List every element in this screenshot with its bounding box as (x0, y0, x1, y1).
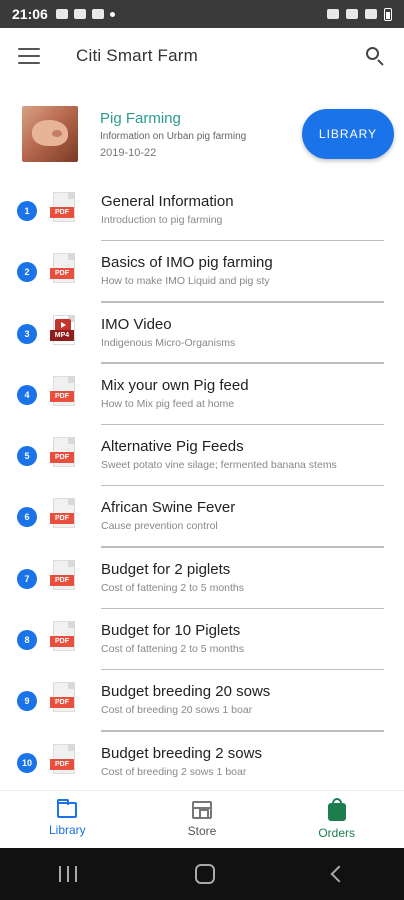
item-title: African Swine Fever (101, 499, 236, 517)
pdf-file-icon: PDF (50, 253, 78, 287)
list-item[interactable]: 1 PDF General Information Introduction to p… (0, 180, 404, 242)
status-bar: 21:06 (0, 0, 404, 28)
item-title: Basics of IMO pig farming (101, 254, 273, 272)
collection-date: 2019-10-22 (100, 147, 157, 159)
file-type-label: PDF (50, 636, 74, 648)
file-type-label: PDF (50, 697, 74, 709)
item-number-badge: 2 (17, 262, 37, 283)
shopping-bag-icon (327, 797, 346, 821)
pdf-file-icon: PDF (50, 437, 78, 471)
file-type-label: PDF (50, 574, 74, 586)
item-number-badge: 10 (17, 752, 37, 773)
library-button[interactable]: LIBRARY (302, 109, 394, 159)
list-item[interactable]: 9 PDF Budget breeding 20 sows Cost of breed… (0, 670, 404, 732)
list-item[interactable]: 10 PDF Budget breeding 2 sows Cost of breed… (0, 732, 404, 793)
pdf-file-icon: PDF (50, 682, 78, 716)
item-subtitle: Cost of breeding 20 sows 1 boar (101, 704, 253, 717)
document-list: 1 PDF General Information Introduction to p… (0, 180, 404, 793)
app-bar: Citi Smart Farm (0, 28, 404, 84)
signal-icon (365, 9, 377, 19)
pdf-file-icon: PDF (50, 192, 78, 226)
nav-store-label: Store (187, 824, 217, 838)
pig-thumbnail (22, 106, 78, 162)
item-title: Alternative Pig Feeds (101, 438, 244, 456)
list-item[interactable]: 2 PDF Basics of IMO pig farming How to make… (0, 241, 404, 303)
pdf-file-icon: PDF (50, 375, 78, 410)
item-title: Mix your own Pig feed (101, 376, 249, 394)
file-type-label: MP4 (50, 329, 74, 341)
menu-icon[interactable] (18, 48, 40, 64)
back-icon[interactable] (330, 865, 348, 883)
search-icon[interactable] (364, 45, 386, 67)
item-subtitle: How to make IMO Liquid and pig sty (101, 275, 270, 288)
collection-title: Pig Farming (100, 110, 181, 127)
cloud-icon (73, 9, 86, 19)
mail-icon (91, 9, 104, 19)
item-subtitle: Indigenous Micro-Organisms (101, 336, 236, 349)
list-item[interactable]: 8 PDF Budget for 10 Piglets Cost of fatteni… (0, 609, 404, 671)
item-subtitle: How to Mix pig feed at home (101, 397, 235, 410)
item-subtitle: Introduction to pig farming (101, 214, 223, 226)
item-number-badge: 5 (17, 446, 37, 467)
system-status-icons (327, 7, 392, 21)
app-title: Citi Smart Farm (76, 46, 198, 65)
nav-library-label: Library (48, 823, 86, 837)
bottom-nav: Library Store Orders (0, 790, 404, 848)
folder-icon (57, 799, 78, 818)
nav-orders-label: Orders (318, 825, 356, 840)
item-subtitle: Sweet potato vine silage; fermented bana… (101, 459, 337, 472)
list-item[interactable]: 5 PDF Alternative Pig Feeds Sweet potato vi… (0, 425, 404, 487)
item-title: Budget for 2 piglets (101, 560, 231, 578)
item-title: Budget for 10 Piglets (101, 622, 241, 640)
file-type-label: PDF (50, 268, 74, 280)
list-item[interactable]: 4 PDF Mix your own Pig feed How to Mix pig … (0, 364, 404, 426)
list-item[interactable]: 7 PDF Budget for 2 piglets Cost of fattenin… (0, 548, 404, 610)
pdf-file-icon: PDF (50, 743, 78, 778)
mp4-file-icon: MP4 (50, 314, 78, 349)
more-notifications-icon (109, 11, 115, 17)
collection-header: Pig Farming Information on Urban pig far… (0, 96, 404, 170)
item-title: Budget breeding 2 sows (101, 744, 262, 762)
file-type-label: PDF (50, 758, 74, 770)
file-type-label: PDF (50, 452, 74, 464)
pdf-file-icon: PDF (50, 621, 78, 655)
item-subtitle: Cost of fattening 2 to 5 months (101, 643, 245, 656)
status-time: 21:06 (12, 6, 48, 22)
recents-icon[interactable] (59, 866, 77, 882)
wifi-icon (346, 9, 358, 19)
file-type-label: PDF (50, 207, 74, 218)
item-subtitle: Cost of fattening 2 to 5 months (101, 581, 245, 594)
item-title: Budget breeding 20 sows (101, 683, 271, 701)
collection-subtitle: Information on Urban pig farming (100, 131, 247, 142)
pdf-file-icon: PDF (50, 498, 78, 532)
nav-orders[interactable]: Orders (269, 791, 404, 848)
file-type-label: PDF (50, 390, 74, 402)
store-icon (192, 801, 212, 819)
image-notification-icon (55, 9, 68, 19)
item-number-badge: 1 (17, 201, 37, 221)
item-title: IMO Video (101, 315, 172, 333)
item-number-badge: 7 (17, 568, 37, 589)
item-number-badge: 3 (17, 323, 37, 344)
item-number-badge: 4 (17, 384, 37, 405)
alarm-icon (327, 9, 339, 19)
battery-icon (384, 7, 392, 21)
notification-icons (55, 9, 115, 19)
item-number-badge: 6 (17, 507, 37, 528)
item-subtitle: Cause prevention control (101, 520, 218, 533)
item-number-badge: 8 (17, 630, 37, 651)
collection-info: Pig Farming Information on Urban pig far… (100, 110, 246, 159)
home-icon[interactable] (195, 864, 215, 884)
nav-store[interactable]: Store (135, 791, 270, 848)
item-title: General Information (101, 193, 234, 210)
system-navigation-bar (0, 848, 404, 900)
pdf-file-icon: PDF (50, 559, 78, 594)
list-item[interactable]: 6 PDF African Swine Fever Cause prevention … (0, 486, 404, 548)
item-number-badge: 9 (17, 691, 37, 712)
nav-library[interactable]: Library (0, 791, 135, 848)
file-type-label: PDF (50, 513, 74, 525)
item-subtitle: Cost of breeding 2 sows 1 boar (101, 765, 247, 778)
list-item[interactable]: 3 MP4 IMO Video Indigenous Micro-Organisms (0, 303, 404, 364)
